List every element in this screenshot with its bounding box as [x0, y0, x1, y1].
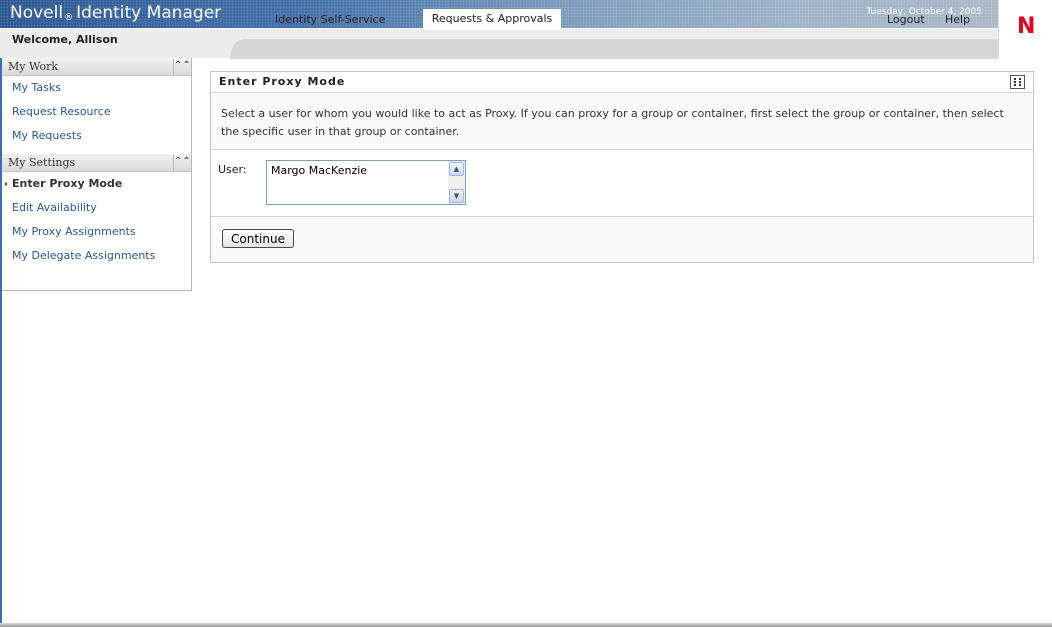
user-option-selected[interactable]: Margo MacKenzie [271, 164, 367, 177]
header-subbar: Welcome, Allison [0, 28, 998, 59]
tab-strip [230, 39, 998, 59]
welcome-message: Welcome, Allison [12, 33, 118, 46]
my-settings-items: Enter Proxy Mode Edit Availability My Pr… [2, 172, 191, 271]
user-select-list[interactable]: Margo MacKenzie ▲ ▼ [266, 160, 466, 205]
scroll-down-icon[interactable]: ▼ [449, 189, 464, 203]
panel-title: Enter Proxy Mode [219, 75, 346, 88]
user-list-scrollbar[interactable]: ▲ ▼ [448, 161, 465, 204]
collapse-my-work-icon[interactable]: ⌃⌃ [173, 59, 191, 74]
scroll-up-icon[interactable]: ▲ [449, 162, 464, 176]
section-title-my-work: My Work [8, 60, 59, 73]
sidebar-item-my-proxy-assignments[interactable]: My Proxy Assignments [2, 223, 191, 247]
section-title-my-settings: My Settings [8, 156, 76, 169]
sidebar-item-my-tasks[interactable]: My Tasks [2, 79, 191, 103]
app-title: Novell® Identity Manager [10, 3, 221, 23]
enter-proxy-mode-panel: Enter Proxy Mode Select a user for whom … [210, 71, 1034, 263]
user-label: User: [218, 163, 247, 176]
page-bottom-border [0, 623, 1052, 627]
my-work-items: My Tasks Request Resource My Requests [2, 76, 191, 151]
button-row: Continue [211, 217, 1033, 260]
sidebar-item-edit-availability[interactable]: Edit Availability [2, 199, 191, 223]
sidebar: My Work ⌃⌃ My Tasks Request Resource My … [2, 58, 192, 291]
sidebar-section-my-settings: My Settings ⌃⌃ [2, 154, 191, 172]
sidebar-item-enter-proxy-mode[interactable]: Enter Proxy Mode [2, 175, 191, 199]
tab-identity-self-service[interactable]: Identity Self-Service [275, 13, 385, 26]
panel-header: Enter Proxy Mode [211, 72, 1033, 93]
panel-description: Select a user for whom you would like to… [211, 93, 1033, 150]
product-name: Identity Manager [76, 3, 222, 23]
collapse-my-settings-icon[interactable]: ⌃⌃ [173, 155, 191, 170]
header-date: Tuesday, October 4, 2005 [866, 7, 982, 17]
novell-logo: N [998, 0, 1052, 58]
brand-name: Novell [10, 3, 64, 23]
continue-button[interactable]: Continue [222, 229, 294, 248]
sidebar-section-my-work: My Work ⌃⌃ [2, 58, 191, 76]
panel-options-icon[interactable] [1010, 75, 1025, 89]
tab-requests-approvals[interactable]: Requests & Approvals [423, 9, 561, 30]
user-form-row: User: Margo MacKenzie ▲ ▼ [211, 150, 1033, 217]
sidebar-item-request-resource[interactable]: Request Resource [2, 103, 191, 127]
novell-n-logo-letter: N [1017, 14, 1036, 39]
sidebar-item-my-requests[interactable]: My Requests [2, 127, 191, 151]
registered-mark: ® [64, 13, 74, 23]
sidebar-item-my-delegate-assignments[interactable]: My Delegate Assignments [2, 247, 191, 271]
